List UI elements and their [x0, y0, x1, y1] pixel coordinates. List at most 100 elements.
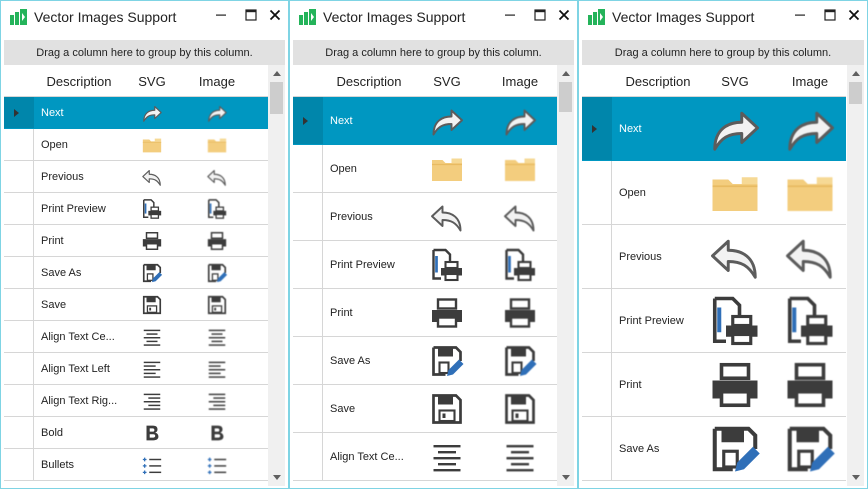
- maximize-button[interactable]: [818, 6, 842, 28]
- column-header-svg[interactable]: SVG: [700, 65, 770, 97]
- vertical-scrollbar[interactable]: [268, 65, 285, 486]
- table-row[interactable]: Save As: [293, 337, 557, 385]
- close-button[interactable]: [842, 6, 866, 28]
- row-indicator[interactable]: [4, 161, 34, 192]
- row-indicator[interactable]: [582, 289, 612, 352]
- row-indicator[interactable]: [4, 449, 34, 480]
- scroll-down-button[interactable]: [847, 469, 864, 486]
- row-indicator[interactable]: [582, 161, 612, 224]
- svg-cell: [411, 385, 483, 432]
- printer-icon: [783, 358, 837, 412]
- column-header-image[interactable]: Image: [774, 65, 846, 97]
- data-grid[interactable]: Description SVG Image Next Open Previous P…: [4, 65, 268, 486]
- row-indicator[interactable]: [4, 129, 34, 160]
- row-indicator[interactable]: [4, 417, 34, 448]
- row-indicator[interactable]: [582, 417, 612, 480]
- scroll-down-button[interactable]: [268, 469, 285, 486]
- scroll-up-button[interactable]: [847, 65, 864, 82]
- data-grid[interactable]: Description SVG Image Next Open Previous P…: [582, 65, 846, 486]
- table-row[interactable]: Align Text Rig...: [4, 385, 268, 417]
- undo-arrow-icon: [708, 230, 762, 284]
- table-row[interactable]: Print Preview: [582, 289, 846, 353]
- column-header-description[interactable]: Description: [325, 65, 413, 97]
- table-row[interactable]: Previous: [4, 161, 268, 193]
- table-row[interactable]: Open: [293, 145, 557, 193]
- table-row[interactable]: Next: [582, 97, 846, 161]
- row-indicator[interactable]: [293, 385, 323, 432]
- scroll-up-button[interactable]: [557, 65, 574, 82]
- group-by-panel[interactable]: Drag a column here to group by this colu…: [4, 40, 285, 65]
- table-row[interactable]: Align Text Ce...: [293, 433, 557, 481]
- table-row[interactable]: Print: [293, 289, 557, 337]
- table-row[interactable]: Open: [4, 129, 268, 161]
- group-by-panel[interactable]: Drag a column here to group by this colu…: [293, 40, 574, 65]
- column-header-description[interactable]: Description: [614, 65, 702, 97]
- title-bar[interactable]: Vector Images Support: [579, 1, 867, 33]
- vertical-scrollbar[interactable]: [557, 65, 574, 486]
- minimize-button[interactable]: [209, 6, 233, 28]
- table-row[interactable]: Previous: [582, 225, 846, 289]
- table-row[interactable]: Previous: [293, 193, 557, 241]
- svg-cell: [411, 145, 483, 192]
- row-indicator[interactable]: [293, 337, 323, 384]
- column-header-svg[interactable]: SVG: [411, 65, 483, 97]
- table-row[interactable]: Print: [4, 225, 268, 257]
- row-indicator[interactable]: [293, 145, 323, 192]
- table-row[interactable]: Align Text Left: [4, 353, 268, 385]
- group-by-panel[interactable]: Drag a column here to group by this colu…: [582, 40, 864, 65]
- row-indicator[interactable]: [582, 353, 612, 416]
- column-header-image[interactable]: Image: [184, 65, 250, 97]
- close-button[interactable]: [263, 6, 287, 28]
- table-row[interactable]: Bullets: [4, 449, 268, 481]
- column-header-image[interactable]: Image: [483, 65, 557, 97]
- scroll-thumb[interactable]: [270, 82, 283, 114]
- row-indicator[interactable]: [293, 241, 323, 288]
- table-row[interactable]: Save: [4, 289, 268, 321]
- row-indicator[interactable]: [4, 321, 34, 352]
- row-indicator[interactable]: [4, 225, 34, 256]
- title-bar[interactable]: Vector Images Support: [1, 1, 288, 33]
- column-header-svg[interactable]: SVG: [122, 65, 182, 97]
- table-row[interactable]: Save As: [582, 417, 846, 481]
- row-indicator[interactable]: [4, 97, 34, 128]
- table-row[interactable]: Print Preview: [293, 241, 557, 289]
- data-grid[interactable]: Description SVG Image Next Open Previous P…: [293, 65, 557, 486]
- image-cell: [184, 353, 250, 384]
- table-row[interactable]: Print: [582, 353, 846, 417]
- table-row[interactable]: Open: [582, 161, 846, 225]
- row-indicator[interactable]: [4, 353, 34, 384]
- maximize-button[interactable]: [239, 6, 263, 28]
- row-indicator[interactable]: [4, 193, 34, 224]
- table-row[interactable]: Print Preview: [4, 193, 268, 225]
- row-indicator[interactable]: [4, 257, 34, 288]
- svg-cell: [122, 385, 182, 416]
- row-indicator[interactable]: [293, 289, 323, 336]
- row-indicator[interactable]: [4, 289, 34, 320]
- table-row[interactable]: Bold: [4, 417, 268, 449]
- table-row[interactable]: Next: [293, 97, 557, 145]
- redo-arrow-icon: [502, 103, 538, 139]
- table-row[interactable]: Save As: [4, 257, 268, 289]
- table-row[interactable]: Next: [4, 97, 268, 129]
- row-indicator[interactable]: [293, 97, 323, 144]
- minimize-button[interactable]: [498, 6, 522, 28]
- table-row[interactable]: Align Text Ce...: [4, 321, 268, 353]
- title-bar[interactable]: Vector Images Support: [290, 1, 577, 33]
- row-indicator[interactable]: [582, 97, 612, 160]
- column-header-description[interactable]: Description: [36, 65, 122, 97]
- svg-cell: [122, 257, 182, 288]
- row-indicator[interactable]: [582, 225, 612, 288]
- minimize-button[interactable]: [788, 6, 812, 28]
- scroll-up-button[interactable]: [268, 65, 285, 82]
- scroll-thumb[interactable]: [849, 82, 862, 104]
- window-1: Vector Images Support Drag a column here…: [0, 0, 289, 489]
- vertical-scrollbar[interactable]: [847, 65, 864, 486]
- maximize-button[interactable]: [528, 6, 552, 28]
- row-indicator[interactable]: [4, 385, 34, 416]
- scroll-thumb[interactable]: [559, 82, 572, 112]
- close-button[interactable]: [552, 6, 576, 28]
- table-row[interactable]: Save: [293, 385, 557, 433]
- scroll-down-button[interactable]: [557, 469, 574, 486]
- row-indicator[interactable]: [293, 433, 323, 480]
- row-indicator[interactable]: [293, 193, 323, 240]
